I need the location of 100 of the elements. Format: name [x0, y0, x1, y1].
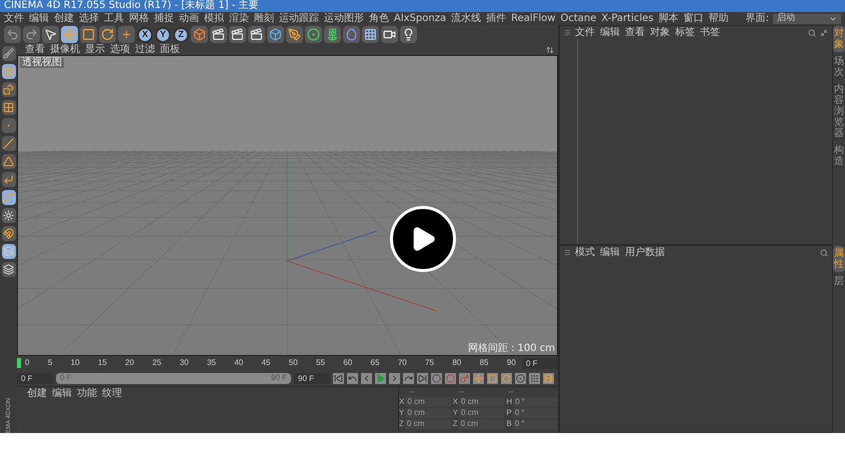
light-tool-button[interactable] [400, 26, 417, 43]
coordinate-field[interactable]: 0 cm [459, 397, 504, 407]
redo-tool-button[interactable] [23, 26, 40, 43]
prev-button[interactable] [361, 372, 372, 384]
render-tool-button[interactable] [248, 26, 265, 43]
menu-item[interactable]: 创建 [54, 14, 74, 24]
attribute-menu-item[interactable]: 用户数据 [625, 248, 665, 258]
coordinate-field[interactable]: 0 ° [512, 419, 558, 429]
menu-item[interactable]: 角色 [369, 14, 389, 24]
menu-item[interactable]: 流水线 [451, 14, 482, 24]
material-menu-item[interactable]: 创建 [27, 389, 47, 399]
attribute-menu-item[interactable]: 模式 [575, 248, 595, 258]
rotate-tool-button[interactable] [99, 26, 116, 43]
menu-item[interactable]: 编辑 [29, 14, 49, 24]
object-menu-item[interactable]: 编辑 [600, 28, 620, 38]
coordinate-field[interactable]: 0 cm [404, 419, 451, 429]
cube-tool-button[interactable] [267, 26, 284, 43]
search-icon[interactable] [820, 248, 828, 256]
subdiv-tool-button[interactable] [305, 26, 322, 43]
viewport-menu-item[interactable]: 摄像机 [50, 44, 80, 54]
axis-tool-button[interactable] [2, 172, 16, 187]
axis-toggle-button[interactable]: Z [173, 26, 189, 42]
menu-item[interactable]: 动画 [179, 14, 199, 24]
search-icon[interactable] [808, 28, 816, 36]
menu-item[interactable]: 模拟 [204, 14, 224, 24]
texture-tool-button[interactable] [2, 82, 16, 97]
menu-item[interactable]: 运动图形 [324, 14, 364, 24]
record-button[interactable] [445, 372, 456, 384]
end-frame-field[interactable]: 90 F [294, 372, 330, 384]
floor-tool-button[interactable] [362, 26, 379, 43]
coordinate-field[interactable]: 0 cm [405, 408, 451, 418]
viewport-menu-item[interactable]: 显示 [85, 44, 105, 54]
coordinate-field[interactable]: 0 cm [458, 419, 504, 429]
menu-item[interactable]: 网格 [129, 14, 149, 24]
side-tab[interactable]: 层 [833, 274, 845, 289]
array-tool-button[interactable] [324, 26, 341, 43]
axis-toggle-button[interactable]: X [137, 26, 153, 42]
move-button[interactable] [473, 372, 484, 384]
prev-key-button[interactable] [347, 372, 358, 384]
scale-tool-button[interactable] [80, 26, 97, 43]
deformer-tool-button[interactable] [343, 26, 360, 43]
side-tab[interactable]: 内容浏览器 [833, 82, 845, 141]
next-button[interactable] [389, 372, 400, 384]
menu-item[interactable]: AlxSponza [394, 14, 446, 24]
record-off-button[interactable] [431, 372, 442, 384]
menu-item[interactable]: X-Particles [601, 14, 654, 24]
coordinate-field[interactable]: 0 cm [459, 408, 504, 418]
tweak-tool-button[interactable] [2, 190, 16, 205]
side-tab[interactable]: 场次 [833, 54, 845, 80]
undo-tool-button[interactable] [4, 26, 21, 43]
object-menu-item[interactable]: 对象 [650, 28, 670, 38]
viewport-menu-item[interactable]: 面板 [160, 44, 180, 54]
menu-item[interactable]: 插件 [486, 14, 506, 24]
menu-item[interactable]: 工具 [104, 14, 124, 24]
camera-tool-button[interactable] [381, 26, 398, 43]
add-tool-button[interactable] [118, 26, 135, 43]
menu-item[interactable]: Octane [560, 14, 596, 24]
viewport-nav-icon[interactable] [546, 46, 554, 54]
object-menu-item[interactable]: 标签 [675, 28, 695, 38]
interface-dropdown[interactable]: 启动 [773, 14, 841, 24]
layer-tool-button[interactable] [2, 262, 16, 277]
axis-toggle-button[interactable]: Y [155, 26, 171, 42]
scale-button[interactable] [487, 372, 498, 384]
menu-item[interactable]: RealFlow [511, 14, 556, 24]
coordinate-field[interactable]: 0 cm [405, 397, 451, 407]
snap-tool-button[interactable] [2, 226, 16, 241]
viewport-menu-item[interactable]: 选项 [110, 44, 130, 54]
last-button[interactable] [417, 372, 428, 384]
menu-item[interactable]: 窗口 [684, 14, 704, 24]
move-tool-button[interactable] [61, 26, 78, 43]
menu-item[interactable]: 选择 [79, 14, 99, 24]
object-menu-item[interactable]: 书签 [700, 28, 720, 38]
menu-item[interactable]: 运动跟踪 [279, 14, 319, 24]
viewport-menu-item[interactable]: 查看 [25, 44, 45, 54]
edges-tool-button[interactable] [2, 136, 16, 151]
menu-item[interactable]: 捕捉 [154, 14, 174, 24]
next-key-button[interactable] [403, 372, 414, 384]
attribute-menu-item[interactable]: 编辑 [600, 248, 620, 258]
points-button[interactable] [529, 372, 540, 384]
auto-key-button[interactable] [459, 372, 470, 384]
side-tab[interactable]: 构造 [833, 143, 845, 169]
brush-tool-button[interactable] [2, 46, 16, 61]
timeline-button[interactable] [543, 372, 554, 384]
panel-collapse-icon[interactable] [820, 28, 828, 36]
material-menu-item[interactable]: 纹理 [102, 389, 122, 399]
menu-item[interactable]: 帮助 [708, 14, 729, 24]
menu-item[interactable]: 文件 [4, 14, 24, 24]
render-tool-button[interactable] [210, 26, 227, 43]
model-tool-button[interactable] [2, 64, 16, 79]
current-frame-field[interactable]: 0 F [522, 358, 558, 368]
workplane-tool-button[interactable] [2, 100, 16, 115]
layer-tool-button[interactable] [2, 244, 16, 259]
solo-tool-button[interactable] [2, 208, 16, 223]
object-menu-item[interactable]: 文件 [575, 28, 595, 38]
first-button[interactable] [333, 372, 344, 384]
select-tool-button[interactable] [42, 26, 59, 43]
pen-tool-button[interactable] [286, 26, 303, 43]
menu-item[interactable]: 渲染 [229, 14, 249, 24]
coord-tool-button[interactable] [191, 26, 208, 43]
coordinate-field[interactable]: 0 ° [513, 397, 558, 407]
